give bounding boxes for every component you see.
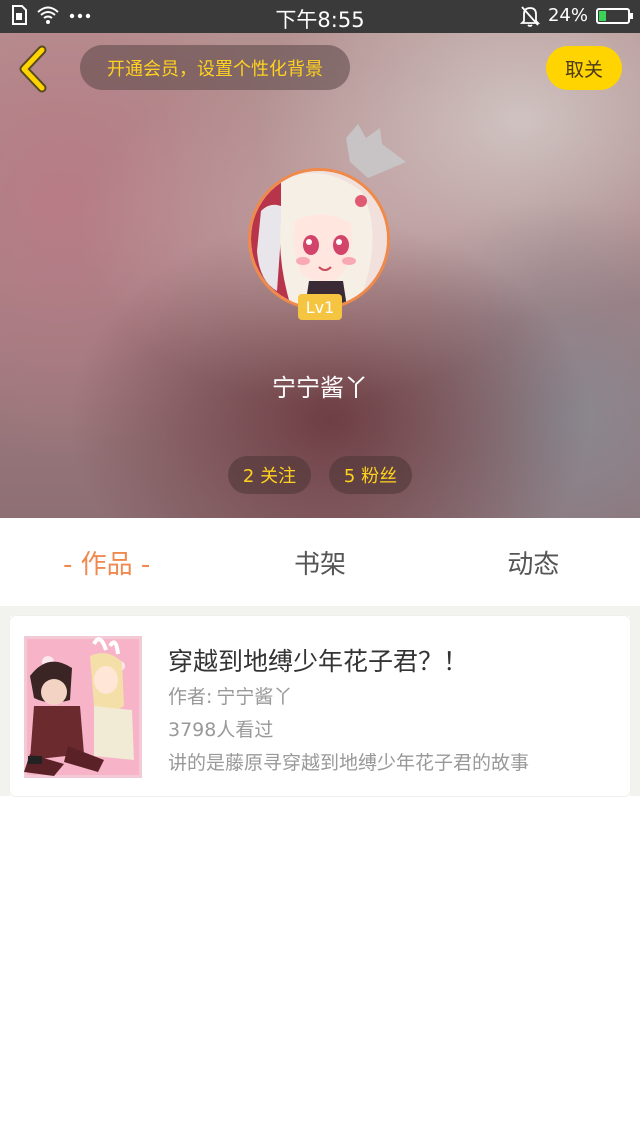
status-bar: 下午8:55 24% [0,0,640,33]
level-badge: Lv1 [298,294,342,320]
work-author-name: 宁宁酱丫 [216,686,293,708]
card-gutter-left [0,616,10,796]
avatar-image [251,171,387,307]
vip-background-banner[interactable]: 开通会员，设置个性化背景 [80,45,350,90]
work-author: 作者: 宁宁酱丫 [168,682,292,709]
work-view-count: 3798人看过 [168,719,274,741]
work-author-prefix: 作者: [168,686,213,708]
work-description: 讲的是藤原寻穿越到地缚少年花子君的故事 [168,752,530,774]
fans-count-button[interactable]: 5 粉丝 [329,456,412,494]
tab-activity[interactable]: 动态 [427,518,640,606]
battery-percent: 24% [547,5,588,26]
tab-bookshelf[interactable]: 书架 [213,518,426,606]
work-card[interactable]: 穿越到地缚少年花子君？！ 作者: 宁宁酱丫 3798人看过 讲的是藤原寻穿越到地… [10,616,630,796]
tab-works[interactable]: - 作品 - [0,518,213,606]
following-count-button[interactable]: 2 关注 [228,456,311,494]
profile-tabs: - 作品 - 书架 动态 [0,518,640,606]
battery-level-fill [599,11,607,21]
crown-icon [346,124,406,178]
username: 宁宁酱丫 [272,374,368,402]
battery-icon [596,8,633,24]
card-gutter-right [630,616,640,796]
back-button[interactable] [14,44,54,94]
work-title: 穿越到地缚少年花子君？！ [168,647,469,676]
tab-divider [0,606,640,616]
unfollow-button[interactable]: 取关 [546,46,622,90]
battery-tip [630,13,633,19]
bell-muted-icon [519,6,540,27]
work-cover-image [24,636,142,778]
status-right-icons: 24% [519,4,633,28]
cover-illustration [24,636,142,778]
avatar[interactable] [248,168,390,310]
chevron-left-icon [19,45,47,93]
